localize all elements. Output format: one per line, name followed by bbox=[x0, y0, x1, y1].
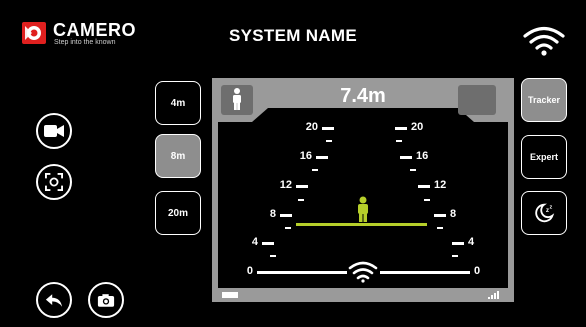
scale-left-label: 16 bbox=[299, 150, 312, 162]
focus-button[interactable] bbox=[36, 164, 72, 200]
mode-button-label: Tracker bbox=[527, 95, 561, 105]
back-arrow-icon bbox=[45, 293, 63, 307]
distance-readout: 7.4m bbox=[340, 85, 386, 107]
scale-right-label: 12 bbox=[434, 179, 447, 191]
range-button-label: 8m bbox=[170, 150, 186, 162]
mode-button-label: Expert bbox=[529, 152, 558, 162]
sleep-button[interactable]: z z bbox=[521, 191, 567, 235]
scale-right-label: 0 bbox=[474, 265, 481, 277]
svg-text:z: z bbox=[546, 207, 549, 214]
video-record-button[interactable] bbox=[36, 113, 72, 149]
camera-icon bbox=[97, 293, 115, 307]
scale-left-label: 12 bbox=[279, 179, 292, 191]
scale-right-label: 8 bbox=[450, 208, 457, 220]
scale-left-label: 8 bbox=[269, 208, 276, 220]
scale-left-label: 20 bbox=[305, 121, 318, 133]
radar-display-graphic bbox=[212, 78, 514, 302]
scale-right-label: 4 bbox=[468, 236, 475, 248]
scale-right-label: 16 bbox=[416, 150, 429, 162]
scale-left-label: 4 bbox=[251, 236, 258, 248]
range-button-label: 4m bbox=[170, 97, 186, 109]
sleep-moon-icon: z z bbox=[535, 203, 555, 223]
range-button-8m[interactable]: 8m bbox=[155, 134, 201, 178]
svg-text:z: z bbox=[550, 204, 553, 210]
range-button-4m[interactable]: 4m bbox=[155, 81, 201, 125]
battery-icon bbox=[222, 292, 238, 298]
tracker-mode-button[interactable]: Tracker bbox=[521, 78, 567, 122]
range-button-label: 20m bbox=[167, 207, 188, 219]
expert-mode-button[interactable]: Expert bbox=[521, 135, 567, 179]
video-camera-icon bbox=[44, 125, 64, 137]
radar-display: 7.4m 20 16 12 8 4 0 20 16 12 8 4 0 bbox=[212, 78, 514, 302]
target-range-line bbox=[296, 223, 427, 226]
focus-frame-icon bbox=[45, 173, 63, 191]
range-button-20m[interactable]: 20m bbox=[155, 191, 201, 235]
wifi-icon bbox=[523, 26, 565, 56]
snapshot-button[interactable] bbox=[88, 282, 124, 318]
page-title: SYSTEM NAME bbox=[229, 26, 357, 45]
scale-right-label: 20 bbox=[411, 121, 424, 133]
back-button[interactable] bbox=[36, 282, 72, 318]
scale-left-label: 0 bbox=[246, 265, 253, 277]
